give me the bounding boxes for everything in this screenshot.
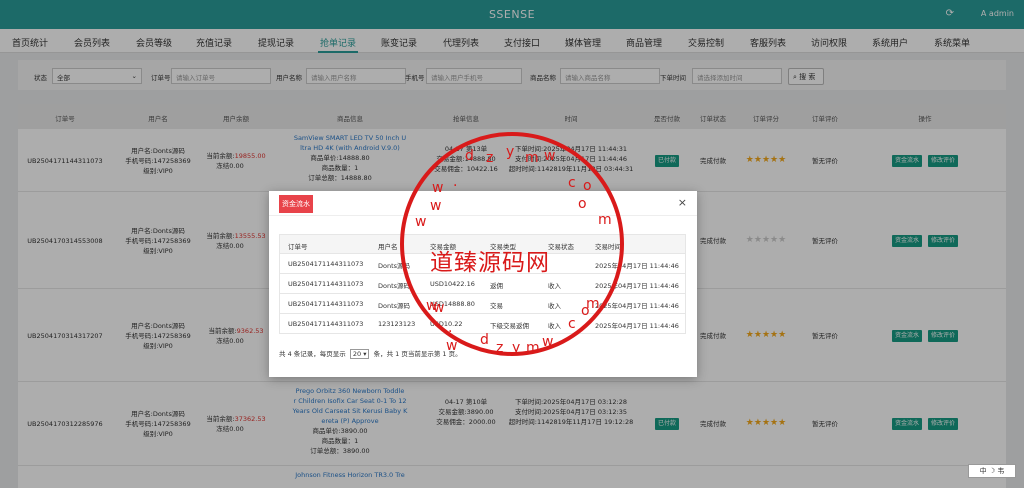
- modal-cell: 123123123: [378, 320, 416, 328]
- modal-cell: UB2504171144311073: [288, 280, 364, 288]
- page-size-value: 20: [352, 350, 362, 358]
- watermark-char: w: [542, 334, 554, 350]
- watermark-char: w: [415, 214, 427, 230]
- watermark-text: 道臻源码网: [430, 250, 550, 276]
- watermark-char: o: [578, 196, 587, 212]
- watermark-char: z: [486, 150, 494, 166]
- watermark-char: m: [598, 212, 612, 228]
- watermark-char: w: [432, 180, 444, 196]
- watermark-char: m: [586, 296, 600, 312]
- modal-cell: UB2504171144311073: [288, 260, 364, 268]
- watermark-char: d: [480, 332, 489, 348]
- modal-cell: 2025年04月17日 11:44:46: [595, 322, 679, 330]
- pagination-info: 共 4 条记录，每页显示 20 ▾ 条，共 1 页当前显示第 1 页。: [279, 348, 462, 359]
- modal-cell: Donts源码: [378, 302, 411, 310]
- modal-column-header: 订单号: [288, 243, 308, 251]
- watermark-char: .: [448, 320, 453, 336]
- watermark-char: m: [526, 340, 540, 356]
- modal-column-header: 用户名: [378, 243, 398, 251]
- ime-indicator: 中 ☽ 韦: [968, 464, 1016, 478]
- page-size-select[interactable]: 20 ▾: [349, 349, 370, 359]
- watermark-char: o: [583, 178, 592, 194]
- watermark-char: c: [568, 316, 576, 332]
- modal-cell: UB2504171144311073: [288, 320, 364, 328]
- watermark-char: y: [512, 340, 521, 356]
- watermark-char: d: [465, 148, 474, 164]
- watermark-char: w: [430, 198, 442, 214]
- watermark-char: m: [525, 150, 539, 166]
- modal-title: 资金流水: [279, 195, 313, 213]
- watermark-char: z: [496, 340, 504, 356]
- close-icon[interactable]: ×: [678, 196, 687, 209]
- modal-cell: Donts源码: [378, 282, 411, 290]
- watermark-char: w: [446, 338, 458, 354]
- pagination-text-a: 共 4 条记录，每页显示: [279, 350, 346, 358]
- watermark-char: .: [453, 174, 458, 190]
- watermark-char: w: [544, 148, 556, 164]
- watermark-char: c: [568, 175, 576, 191]
- modal-cell: UB2504171144311073: [288, 300, 364, 308]
- watermark-char: w: [426, 298, 438, 314]
- watermark-char: y: [506, 144, 515, 160]
